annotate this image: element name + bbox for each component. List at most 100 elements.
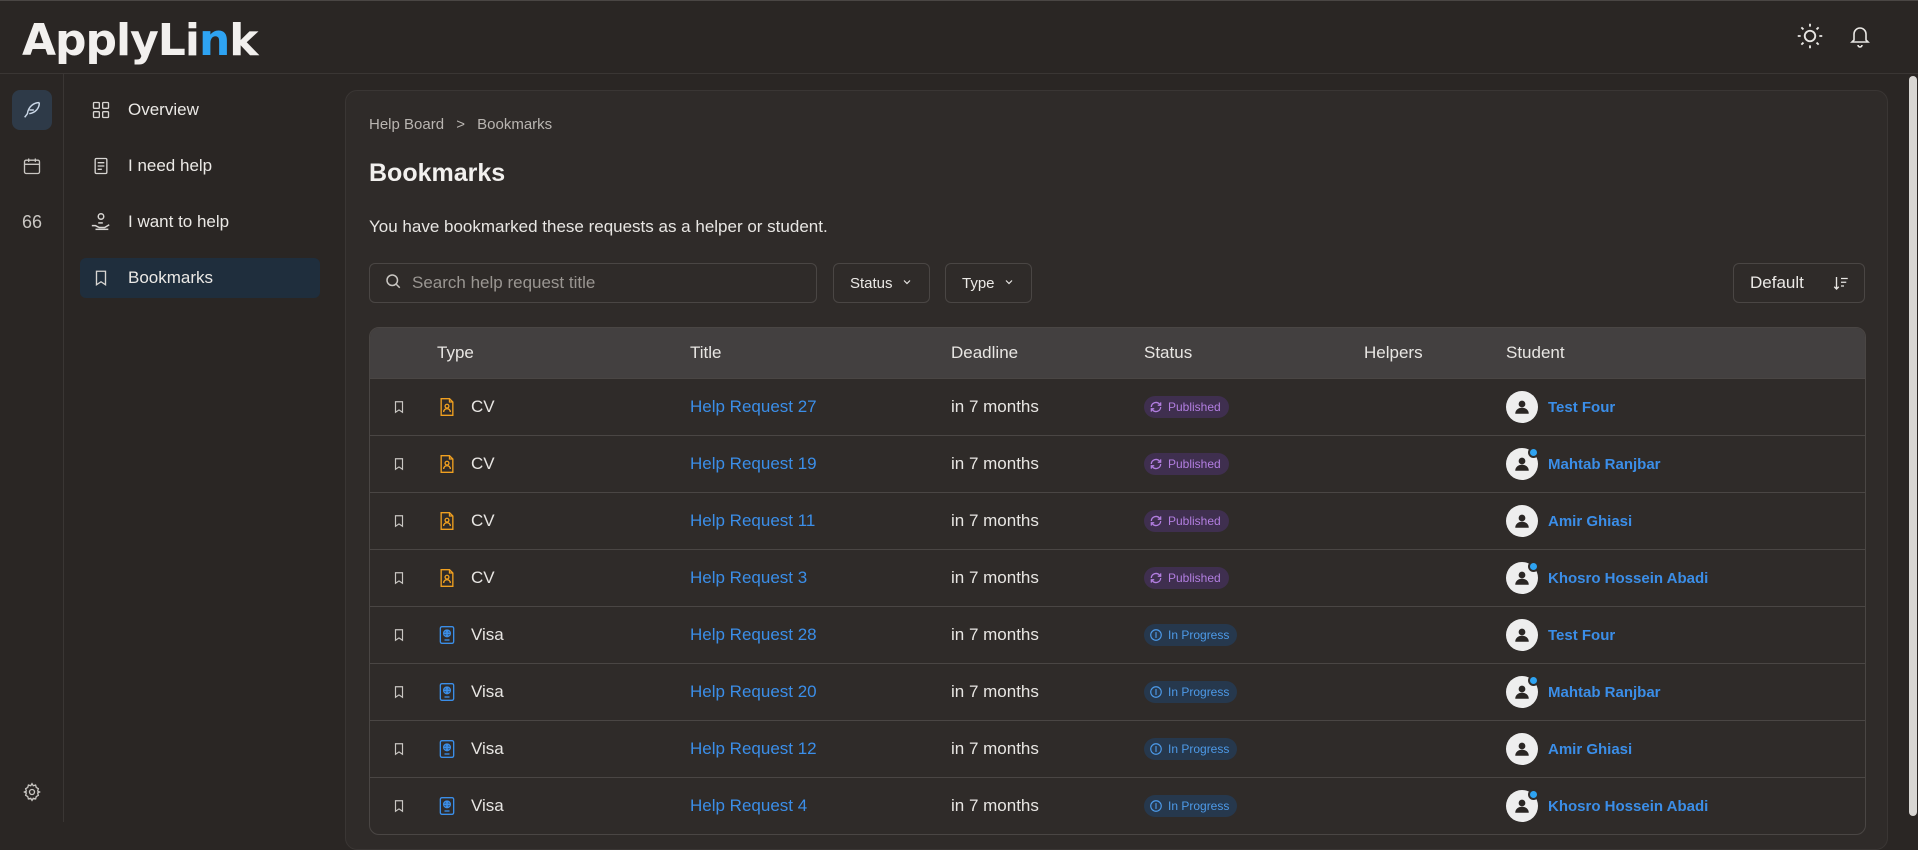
student-cell: Mahtab Ranjbar <box>1506 436 1661 492</box>
passport-visa-icon <box>437 681 457 703</box>
avatar[interactable] <box>1506 447 1539 480</box>
breadcrumb-root-link[interactable]: Help Board <box>369 116 444 133</box>
type-label: Visa <box>471 739 504 758</box>
request-title-link[interactable]: Help Request 4 <box>690 796 807 816</box>
sidebar-item-overview[interactable]: Overview <box>80 90 320 130</box>
status-badge: In Progress <box>1144 624 1238 646</box>
avatar[interactable] <box>1506 505 1538 537</box>
student-name-link[interactable]: Mahtab Ranjbar <box>1548 684 1661 701</box>
breadcrumb: Help Board > Bookmarks <box>369 116 560 133</box>
avatar[interactable] <box>1506 733 1538 765</box>
passport-visa-icon <box>437 624 457 646</box>
notification-bell-icon[interactable] <box>1845 21 1875 51</box>
table-row[interactable]: CV Help Request 3 in 7 months Published … <box>370 549 1865 606</box>
avatar[interactable] <box>1506 675 1539 708</box>
request-title-link[interactable]: Help Request 19 <box>690 454 817 474</box>
cv-document-icon <box>437 567 457 589</box>
breadcrumb-current: Bookmarks <box>477 116 553 133</box>
bookmark-toggle-icon[interactable] <box>392 607 406 663</box>
request-title-link[interactable]: Help Request 27 <box>690 397 817 417</box>
user-icon <box>1515 571 1529 585</box>
in-progress-info-icon <box>1149 799 1163 813</box>
sort-descending-icon <box>1832 274 1850 297</box>
status-cell: In Progress <box>1144 607 1238 663</box>
table-row[interactable]: Visa Help Request 4 in 7 months In Progr… <box>370 777 1865 834</box>
status-label: In Progress <box>1168 742 1230 756</box>
title-cell: Help Request 27 <box>690 379 817 435</box>
avatar[interactable] <box>1506 391 1538 423</box>
page-scrollbar[interactable] <box>1908 74 1918 822</box>
status-badge: In Progress <box>1144 681 1238 703</box>
sort-button[interactable]: Default <box>1733 263 1865 303</box>
table-row[interactable]: Visa Help Request 12 in 7 months In Prog… <box>370 720 1865 777</box>
table-row[interactable]: CV Help Request 19 in 7 months Published… <box>370 435 1865 492</box>
avatar[interactable] <box>1506 561 1539 594</box>
app-logo[interactable]: ApplyLink <box>22 15 259 66</box>
scrollbar-thumb[interactable] <box>1909 76 1917 816</box>
request-title-link[interactable]: Help Request 12 <box>690 739 817 759</box>
bookmark-toggle-icon[interactable] <box>392 721 406 777</box>
bookmark-toggle-icon[interactable] <box>392 664 406 720</box>
student-name-link[interactable]: Amir Ghiasi <box>1548 513 1632 530</box>
user-icon <box>1515 799 1529 813</box>
student-name-link[interactable]: Mahtab Ranjbar <box>1548 456 1661 473</box>
status-cell: In Progress <box>1144 778 1238 834</box>
request-title-link[interactable]: Help Request 20 <box>690 682 817 702</box>
table-row[interactable]: CV Help Request 11 in 7 months Published… <box>370 492 1865 549</box>
status-cell: Published <box>1144 436 1229 492</box>
status-filter-button[interactable]: Status <box>833 263 930 303</box>
rail-settings-gear-icon[interactable] <box>12 772 52 812</box>
bookmark-toggle-icon[interactable] <box>392 778 406 834</box>
table-row[interactable]: Visa Help Request 20 in 7 months In Prog… <box>370 663 1865 720</box>
title-cell: Help Request 20 <box>690 664 817 720</box>
bookmark-toggle-icon[interactable] <box>392 379 406 435</box>
avatar[interactable] <box>1506 789 1539 822</box>
type-label: CV <box>471 568 495 587</box>
bookmark-toggle-icon[interactable] <box>392 436 406 492</box>
page-description: You have bookmarked these requests as a … <box>369 217 828 236</box>
user-icon <box>1515 514 1529 528</box>
status-label: In Progress <box>1168 799 1230 813</box>
student-name-link[interactable]: Amir Ghiasi <box>1548 741 1632 758</box>
avatar[interactable] <box>1506 619 1538 651</box>
student-name-link[interactable]: Khosro Hossein Abadi <box>1548 798 1708 815</box>
column-header-type[interactable]: Type <box>437 343 474 363</box>
type-label: CV <box>471 397 495 416</box>
user-icon <box>1515 457 1529 471</box>
sidebar-item-i-want-to-help[interactable]: I want to help <box>80 202 320 242</box>
table-body: CV Help Request 27 in 7 months Published… <box>370 378 1865 834</box>
request-title-link[interactable]: Help Request 11 <box>690 511 815 531</box>
theme-toggle-sun-icon[interactable] <box>1795 21 1825 51</box>
sidebar-item-i-need-help[interactable]: I need help <box>80 146 320 186</box>
rail-help-board-feather-icon[interactable] <box>12 90 52 130</box>
student-cell: Amir Ghiasi <box>1506 493 1632 549</box>
sidebar-item-label: Bookmarks <box>128 268 214 287</box>
status-cell: Published <box>1144 493 1229 549</box>
table-row[interactable]: Visa Help Request 28 in 7 months In Prog… <box>370 606 1865 663</box>
column-header-deadline[interactable]: Deadline <box>951 343 1018 363</box>
rail-calendar-icon[interactable] <box>12 146 52 186</box>
type-filter-button[interactable]: Type <box>945 263 1032 303</box>
sort-label: Default <box>1750 273 1804 292</box>
title-cell: Help Request 12 <box>690 721 817 777</box>
status-cell: Published <box>1144 379 1229 435</box>
bookmarks-table: Type Title Deadline Status Helpers Stude… <box>369 327 1866 835</box>
bookmark-toggle-icon[interactable] <box>392 493 406 549</box>
bookmark-toggle-icon[interactable] <box>392 550 406 606</box>
table-row[interactable]: CV Help Request 27 in 7 months Published… <box>370 378 1865 435</box>
column-header-status[interactable]: Status <box>1144 343 1192 363</box>
column-header-title[interactable]: Title <box>690 343 722 363</box>
student-name-link[interactable]: Test Four <box>1548 627 1615 644</box>
request-title-link[interactable]: Help Request 28 <box>690 625 817 645</box>
in-progress-info-icon <box>1149 685 1163 699</box>
status-label: Published <box>1168 514 1221 528</box>
sidebar-item-bookmarks[interactable]: Bookmarks <box>80 258 320 298</box>
student-name-link[interactable]: Khosro Hossein Abadi <box>1548 570 1708 587</box>
request-title-link[interactable]: Help Request 3 <box>690 568 807 588</box>
search-input[interactable] <box>412 273 792 293</box>
student-cell: Khosro Hossein Abadi <box>1506 550 1708 606</box>
cv-document-icon <box>437 510 457 532</box>
status-label: Published <box>1168 400 1221 414</box>
rail-quote-counter[interactable]: 66 <box>12 202 52 242</box>
student-name-link[interactable]: Test Four <box>1548 399 1615 416</box>
